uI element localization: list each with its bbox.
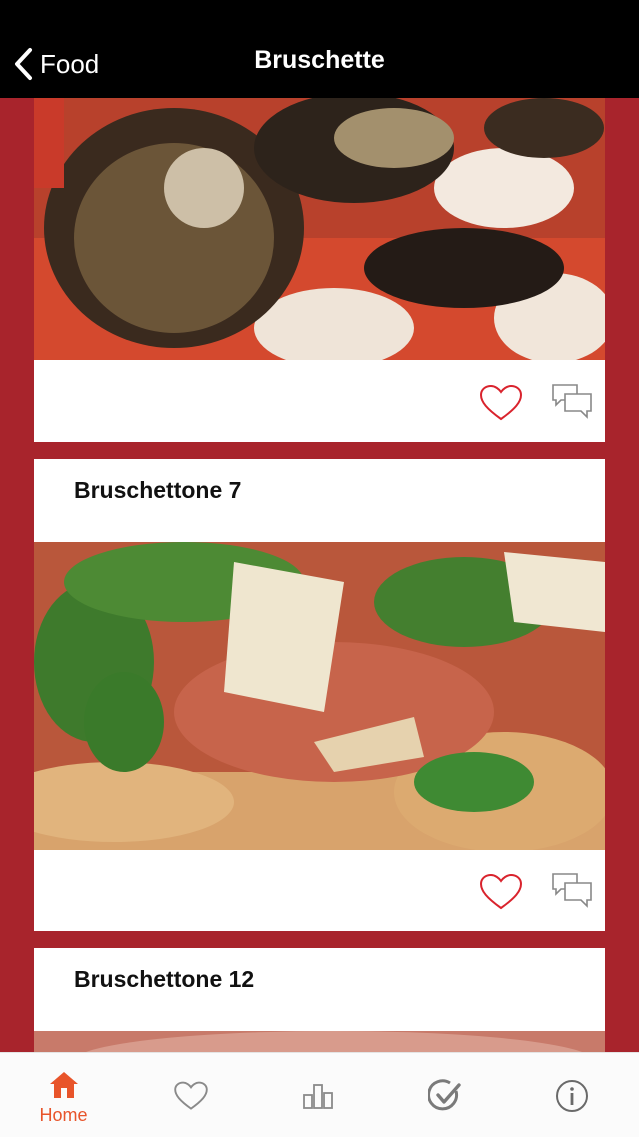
tab-label: Home — [39, 1105, 88, 1125]
page-title: Bruschette — [254, 46, 385, 74]
tab-done[interactable] — [381, 1053, 508, 1137]
info-icon — [555, 1080, 588, 1112]
card-title: Bruschettone 7 — [74, 477, 242, 503]
heart-icon[interactable] — [479, 384, 523, 422]
card-title: Bruschettone 12 — [74, 966, 255, 992]
card-actions — [445, 851, 605, 931]
comment-icon[interactable] — [551, 382, 593, 422]
heart-icon[interactable] — [479, 873, 523, 911]
feed-list[interactable]: Bruschettone 7 Bruschettone 12 — [0, 98, 639, 1052]
food-card: Bruschettone 12 — [34, 948, 605, 1052]
tab-favorites[interactable] — [127, 1053, 254, 1137]
home-icon — [49, 1072, 78, 1098]
tab-info[interactable] — [508, 1053, 635, 1137]
comment-icon[interactable] — [551, 871, 593, 911]
food-photo[interactable] — [34, 1031, 605, 1052]
food-card: Bruschettone 7 — [34, 459, 605, 931]
tab-rankings[interactable] — [254, 1053, 381, 1137]
food-photo[interactable] — [34, 542, 605, 850]
food-card — [34, 98, 605, 442]
tab-bar: Home — [0, 1052, 639, 1137]
heart-icon — [173, 1081, 208, 1110]
navigation-bar: Food Bruschette — [0, 0, 639, 98]
check-circle-icon — [427, 1079, 461, 1111]
food-photo[interactable] — [34, 98, 605, 360]
bar-chart-icon — [302, 1084, 333, 1109]
card-actions — [445, 362, 605, 442]
tab-home[interactable]: Home — [0, 1053, 127, 1137]
